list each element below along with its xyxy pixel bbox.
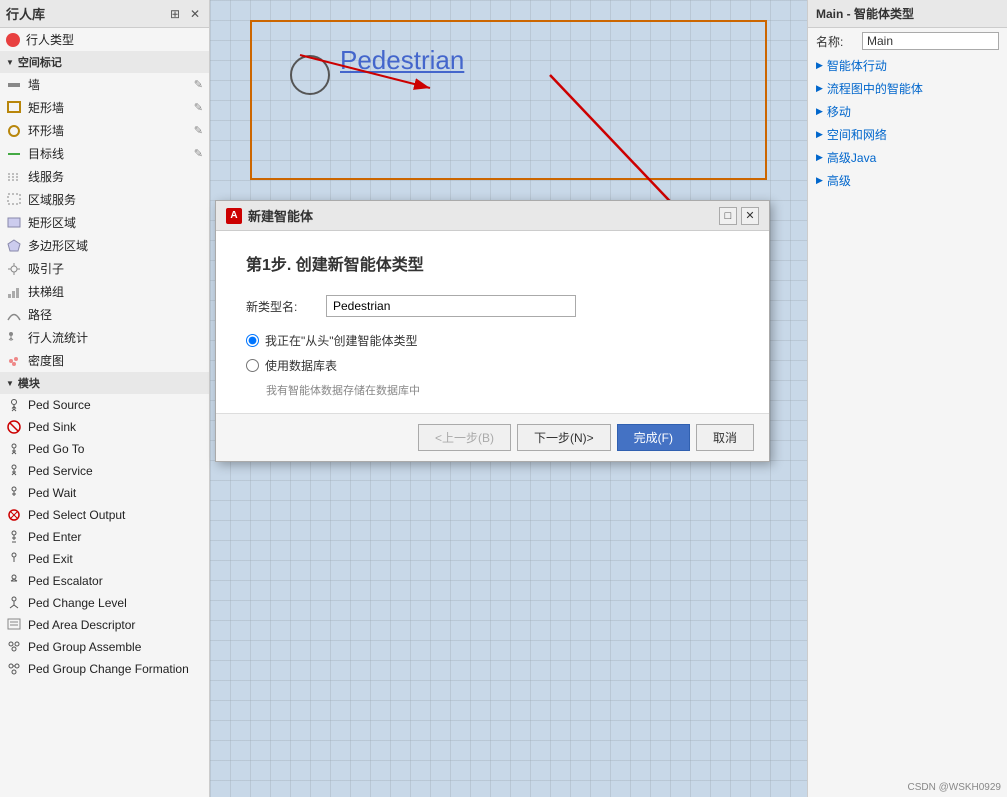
next-button[interactable]: 下一步(N)>	[517, 424, 611, 451]
modal-step-title: 第1步. 创建新智能体类型	[246, 251, 739, 275]
modal-radio-row-2: 使用数据库表	[246, 357, 739, 374]
radio-from-scratch-label[interactable]: 我正在"从头"创建智能体类型	[265, 332, 418, 349]
watermark: CSDN @WSKH0929	[907, 782, 1001, 793]
prev-button[interactable]: <上一步(B)	[418, 424, 511, 451]
modal-field-label: 新类型名:	[246, 298, 326, 315]
modal-footer: <上一步(B) 下一步(N)> 完成(F) 取消	[216, 413, 769, 461]
modal-field-row: 新类型名:	[246, 295, 739, 317]
radio-from-scratch[interactable]	[246, 334, 259, 347]
modal-radio-row-1: 我正在"从头"创建智能体类型	[246, 332, 739, 349]
modal-close-button[interactable]: ✕	[741, 207, 759, 225]
modal-note: 我有智能体数据存储在数据库中	[266, 382, 739, 398]
modal-type-name-input[interactable]	[326, 295, 576, 317]
modal-titlebar: A 新建智能体 □ ✕	[216, 201, 769, 231]
modal-body: 第1步. 创建新智能体类型 新类型名: 我正在"从头"创建智能体类型 使用数据库…	[216, 231, 769, 413]
modal-controls: □ ✕	[719, 207, 759, 225]
modal-title-icon: A	[226, 208, 242, 224]
modal-dialog: A 新建智能体 □ ✕ 第1步. 创建新智能体类型 新类型名: 我正在"从头"创…	[215, 200, 770, 462]
modal-title-text: 新建智能体	[248, 206, 313, 225]
modal-minimize-button[interactable]: □	[719, 207, 737, 225]
cancel-button[interactable]: 取消	[696, 424, 754, 451]
main-container: 行人库 ⊞ ✕ 行人类型 ▼ 空间标记 墙 矩形墙 环形墙	[0, 0, 1007, 797]
modal-title: A 新建智能体	[226, 206, 313, 225]
radio-use-database[interactable]	[246, 359, 259, 372]
radio-use-database-label[interactable]: 使用数据库表	[265, 357, 337, 374]
modal-overlay: A 新建智能体 □ ✕ 第1步. 创建新智能体类型 新类型名: 我正在"从头"创…	[0, 0, 1007, 797]
finish-button[interactable]: 完成(F)	[617, 424, 690, 451]
